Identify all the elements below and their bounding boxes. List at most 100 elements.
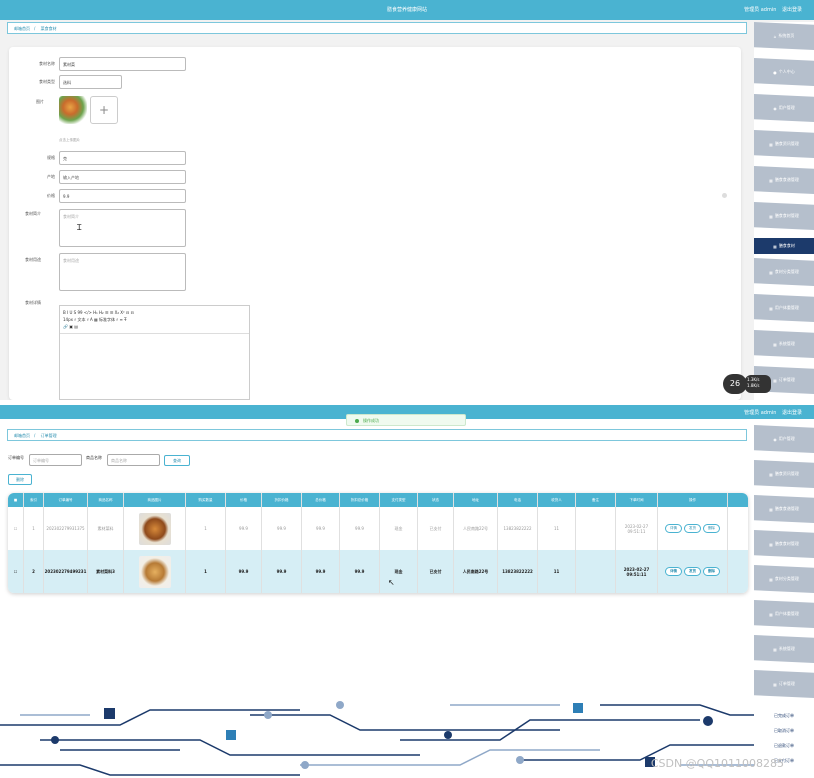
delete-button[interactable]: 删除 <box>8 474 32 485</box>
sidebar-item[interactable]: ▦ 膳食食谱管理 <box>754 495 814 523</box>
table-cell: 11 <box>538 507 576 550</box>
sidebar-item-label: 用户体重管理 <box>774 305 799 310</box>
breadcrumb-home[interactable]: 邮箱首页 <box>14 433 30 438</box>
column-header: 商品名称 <box>88 493 124 507</box>
origin-row: 产地 输入产地 <box>9 170 309 184</box>
sidebar-item[interactable]: ▦ 用户体重管理 <box>754 294 814 322</box>
sidebar-item[interactable]: ⌂ 系统首页 <box>754 22 814 50</box>
table-cell: 13823822222 <box>498 550 538 593</box>
detail-button[interactable]: 详情 <box>665 524 682 533</box>
ship-button[interactable]: 发货 <box>684 524 701 533</box>
sidebar-item[interactable]: ▦ 系统管理 <box>754 635 814 663</box>
row-actions: 详情 发货 删除 <box>658 550 728 593</box>
sidebar-item-label: 膳食食材管理 <box>774 541 799 546</box>
order-number-input[interactable]: 订单编号 <box>29 454 82 466</box>
table-cell: 13823822222 <box>498 507 538 550</box>
origin-label: 产地 <box>47 174 55 179</box>
sidebar-item[interactable]: ▦ 食材分类管理 <box>754 258 814 286</box>
sidebar-item[interactable]: ◉ 用户管理 <box>754 94 814 122</box>
table-cell: 1 <box>24 507 44 550</box>
user-area: 管理员 admin 退出登录 <box>740 409 802 416</box>
breadcrumb: 邮箱首页 / 订单管理 <box>7 429 747 441</box>
grid-icon: ▦ <box>769 541 773 547</box>
submenu-item[interactable]: 已完成订单 <box>758 709 810 723</box>
download-stat: 1.8K/s <box>747 383 760 388</box>
table-cell: 素材菜料3 <box>88 550 124 593</box>
table-cell: 99.9 <box>262 550 302 593</box>
table-cell: 人民南路22号 <box>454 550 498 593</box>
table-row[interactable]: ☐ 1 202302279931375 素材菜料 1 99.9 99.9 99.9 99.9 现金… <box>8 507 748 550</box>
grid-icon: ▦ <box>769 213 773 219</box>
column-header: 总价格 <box>302 493 340 507</box>
sidebar-item[interactable]: ▦ 膳食资讯管理 <box>754 130 814 158</box>
product-image <box>124 550 186 593</box>
sidebar-item-label: 订单管理 <box>778 377 795 382</box>
table-cell: 99.9 <box>302 507 340 550</box>
logout-link[interactable]: 退出登录 <box>782 410 802 416</box>
breadcrumb-home[interactable]: 邮箱首页 <box>14 26 30 31</box>
sidebar-item[interactable]: ▦ 订单管理 <box>754 670 814 698</box>
origin-input[interactable]: 输入产地 <box>59 170 186 184</box>
search-button[interactable]: 查询 <box>164 455 190 466</box>
breadcrumb-current: 订单管理 <box>40 433 57 438</box>
sidebar-item-label: 膳食资讯管理 <box>774 471 799 476</box>
table-cell: 99.9 <box>226 550 262 593</box>
editor-toolbar[interactable]: B I U S 99 </> H₁ H₂ ☰ ☰ X₂ X² ⊟ ⊟ 14px … <box>60 306 249 334</box>
table-cell <box>576 507 616 550</box>
sidebar-item[interactable]: ▦ 膳食食材 <box>754 238 814 254</box>
grid-icon: ▦ <box>773 243 777 249</box>
product-name-input[interactable]: 商品名称 <box>107 454 160 466</box>
name-input[interactable]: 素材菜 <box>59 57 186 71</box>
column-header: 操作 <box>658 493 728 507</box>
grid-icon: ▦ <box>769 141 773 147</box>
detail-button[interactable]: 详情 <box>665 567 682 576</box>
row-checkbox[interactable]: ☐ <box>8 550 24 593</box>
column-header: 商品图片 <box>124 493 186 507</box>
table-body: ☐ 1 202302279931375 素材菜料 1 99.9 99.9 99.9 99.9 现金… <box>8 507 748 593</box>
intro-label: 食材简介 <box>25 211 41 216</box>
sidebar-item[interactable]: ▦ 膳食食材管理 <box>754 530 814 558</box>
grid-icon: ▦ <box>773 377 777 383</box>
grid-icon: ▦ <box>769 611 773 617</box>
editor-toolbar-row[interactable]: B I U S 99 </> H₁ H₂ ☰ ☰ X₂ X² ⊟ ⊟ <box>63 309 246 316</box>
category-select[interactable]: 选料 <box>59 75 122 89</box>
delete-row-button[interactable]: 删除 <box>703 567 720 576</box>
sidebar-item-label: 膳食食材管理 <box>774 213 799 218</box>
row-checkbox[interactable]: ☐ <box>8 507 24 550</box>
table-cell: 已支付 <box>418 550 454 593</box>
detail-label: 食材详情 <box>25 300 41 305</box>
name-row: 食材名称 素材菜 <box>9 57 309 71</box>
sidebar-item[interactable]: ▦ 膳食资讯管理 <box>754 460 814 488</box>
rich-text-editor[interactable]: B I U S 99 </> H₁ H₂ ☰ ☰ X₂ X² ⊟ ⊟ 14px … <box>59 305 250 400</box>
grid-icon: ▦ <box>769 177 773 183</box>
usage-textarea[interactable]: 食材用途 <box>59 253 186 291</box>
sidebar-item[interactable]: ● 个人中心 <box>754 58 814 86</box>
table-row[interactable]: ☐ 2 202302279499231 素材菜料3 1 99.9 99.9 99.9 99.9 现… <box>8 550 748 593</box>
delete-row-button[interactable]: 删除 <box>703 524 720 533</box>
ship-button[interactable]: 发货 <box>684 567 701 576</box>
sidebar-item-label: 系统管理 <box>778 646 795 651</box>
sidebar-item[interactable]: ▦ 膳食食谱管理 <box>754 166 814 194</box>
sidebar-item[interactable]: ▦ 食材分类管理 <box>754 565 814 593</box>
spec-label: 规格 <box>47 155 55 160</box>
submenu-item[interactable]: 已退款订单 <box>758 739 810 753</box>
editor-toolbar-row[interactable]: 14px ♯ 文本 ♯ A ▦ 标准字体 ♯ ≡ T̶ <box>63 316 246 323</box>
sidebar-item[interactable]: ◉ 用户管理 <box>754 425 814 453</box>
sidebar-item[interactable]: ▦ 膳食食材管理 <box>754 202 814 230</box>
table-cell: 2023-02-27 09:51:11 <box>616 550 658 593</box>
editor-toolbar-row[interactable]: 🔗 ▣ ▤ <box>63 323 246 330</box>
spec-input[interactable]: 克 <box>59 151 186 165</box>
price-label: 价格 <box>47 193 55 198</box>
sidebar-item-label: 膳食资讯管理 <box>774 141 799 146</box>
sidebar-item[interactable]: ▦ 系统管理 <box>754 330 814 358</box>
logout-link[interactable]: 退出登录 <box>782 7 802 13</box>
success-toast: 操作成功 <box>346 414 466 426</box>
table-cell: 202302279931375 <box>44 507 88 550</box>
submenu-item[interactable]: 已取消订单 <box>758 724 810 738</box>
sidebar-item[interactable]: ▦ 用户体重管理 <box>754 600 814 628</box>
price-input[interactable]: 9.9 <box>59 189 186 203</box>
food-edit-screen: 膳食营养健康网站 管理员 admin 退出登录 邮箱首页 / 菜食食材 食材名称 … <box>0 0 814 400</box>
table-cell: 素材菜料 <box>88 507 124 550</box>
select-all-checkbox[interactable]: ■ <box>8 493 24 507</box>
add-image-button[interactable]: + <box>90 96 118 124</box>
